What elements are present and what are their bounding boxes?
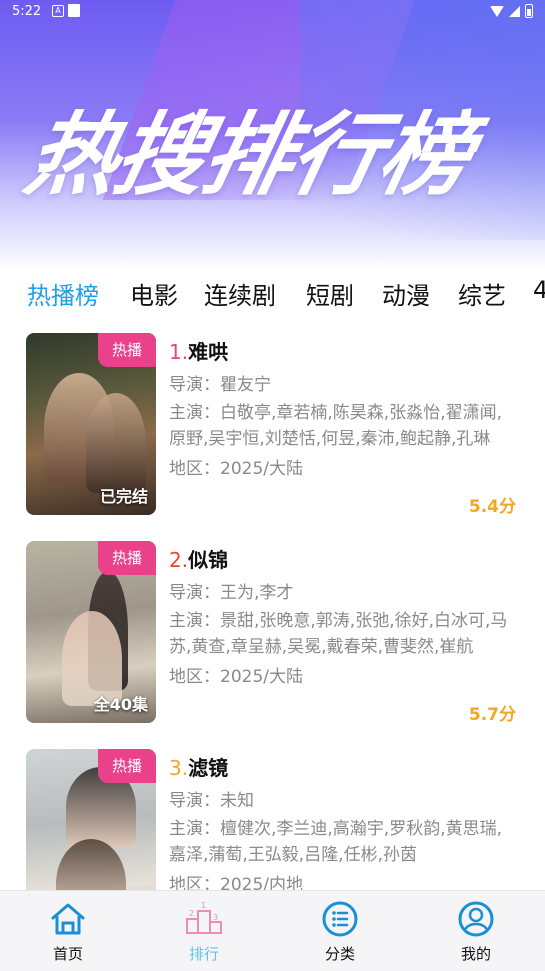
nav-ranking[interactable]: 1 2 3 排行	[154, 899, 254, 964]
director: 导演：瞿友宁	[169, 375, 271, 395]
category-tabs: 热播榜 电影 连续剧 短剧 动漫 综艺 4	[0, 270, 545, 314]
rank-number: 2.	[169, 548, 189, 572]
ranking-list: 热播 已完结 1.难哄 导演：瞿友宁 主演：白敬亭,章若楠,陈昊森,张淼怡,翟潇…	[0, 314, 545, 890]
svg-text:3: 3	[213, 913, 218, 922]
nav-label: 分类	[324, 945, 355, 963]
score: 5.4分	[468, 497, 516, 517]
nav-label: 排行	[188, 945, 219, 963]
title-text: 滤镜	[188, 756, 229, 780]
rank-number: 3.	[169, 756, 189, 780]
tab-variety[interactable]: 综艺	[458, 276, 506, 311]
rank-number: 1.	[169, 340, 189, 364]
tab-series[interactable]: 连续剧	[204, 276, 276, 311]
bottom-nav: 首页 1 2 3 排行 分类 我的	[0, 890, 545, 971]
poster-image[interactable]: 热播	[26, 749, 156, 890]
nav-home[interactable]: 首页	[18, 899, 118, 964]
cast: 主演：檀健次,李兰迪,高瀚宇,罗秋韵,黄思瑞,嘉泽,蒲萄,王弘毅,吕隆,任彬,孙…	[169, 819, 503, 862]
region: 地区：2025/内地	[169, 875, 303, 890]
home-icon	[18, 899, 118, 939]
tab-more[interactable]: 4	[533, 276, 545, 304]
battery-icon	[525, 4, 533, 18]
status-bar: 5:22 A	[0, 0, 545, 24]
signal-icon	[509, 5, 520, 17]
svg-text:2: 2	[189, 909, 194, 918]
notification-square-icon	[68, 4, 80, 17]
poster-image[interactable]: 热播 已完结	[26, 333, 156, 515]
region: 地区：2025/大陆	[169, 667, 303, 687]
status-time: 5:22	[12, 4, 42, 19]
list-item[interactable]: 热播 全40集 2.似锦 导演：王为,李才 主演：景甜,张晚意,郭涛,张弛,徐好…	[0, 522, 545, 725]
tab-anime[interactable]: 动漫	[382, 276, 430, 311]
nav-profile[interactable]: 我的	[426, 899, 526, 964]
wifi-icon	[490, 5, 504, 17]
poster-caption: 已完结	[99, 487, 148, 506]
item-title[interactable]: 3.滤镜	[169, 752, 228, 781]
tab-short-drama[interactable]: 短剧	[306, 276, 354, 311]
tab-hot[interactable]: 热播榜	[27, 276, 99, 311]
list-item[interactable]: 热播 3.滤镜 导演：未知 主演：檀健次,李兰迪,高瀚宇,罗秋韵,黄思瑞,嘉泽,…	[0, 730, 545, 890]
cast: 主演：景甜,张晚意,郭涛,张弛,徐好,白冰可,马苏,黄查,章呈赫,吴冕,戴春荣,…	[169, 611, 508, 654]
notification-a-icon: A	[52, 5, 64, 17]
director: 导演：未知	[169, 791, 254, 811]
hot-badge: 热播	[98, 749, 156, 783]
ranking-icon: 1 2 3	[154, 899, 254, 939]
list-item[interactable]: 热播 已完结 1.难哄 导演：瞿友宁 主演：白敬亭,章若楠,陈昊森,张淼怡,翟潇…	[0, 314, 545, 517]
status-indicators	[490, 4, 533, 18]
nav-label: 我的	[460, 945, 491, 963]
nav-label: 首页	[52, 945, 83, 963]
banner-title: 热搜排行榜	[17, 103, 480, 208]
poster-image[interactable]: 热播 全40集	[26, 541, 156, 723]
svg-text:1: 1	[201, 901, 206, 910]
tab-movie[interactable]: 电影	[130, 276, 178, 311]
nav-category[interactable]: 分类	[290, 899, 390, 964]
item-title[interactable]: 1.难哄	[169, 336, 228, 365]
cast: 主演：白敬亭,章若楠,陈昊森,张淼怡,翟潇闻,原野,吴宇恒,刘楚恬,何昱,秦沛,…	[169, 403, 503, 446]
header-banner: 5:22 A 热搜排行榜	[0, 0, 545, 270]
item-title[interactable]: 2.似锦	[169, 544, 228, 573]
title-text: 似锦	[188, 548, 229, 572]
profile-icon	[426, 899, 526, 939]
hot-badge: 热播	[98, 333, 156, 367]
title-text: 难哄	[188, 340, 229, 364]
score: 5.7分	[468, 705, 516, 725]
poster-figure	[86, 393, 146, 493]
hot-badge: 热播	[98, 541, 156, 575]
region: 地区：2025/大陆	[169, 459, 303, 479]
director: 导演：王为,李才	[169, 583, 294, 603]
poster-caption: 全40集	[93, 695, 148, 714]
category-icon	[290, 899, 390, 939]
